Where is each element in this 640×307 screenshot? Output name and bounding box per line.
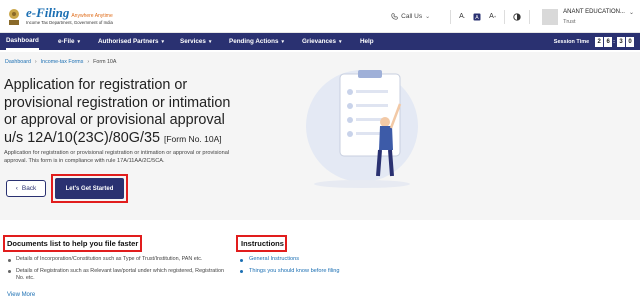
font-decrease-button[interactable]: A- [459, 13, 465, 20]
clipboard-illustration [306, 70, 418, 188]
nav-label: Grievances [302, 38, 336, 45]
general-instructions-link[interactable]: General Instructions [240, 256, 340, 264]
top-header: e-Filing Anywhere Anytime Income Tax Dep… [0, 0, 640, 33]
nav-label: Help [360, 38, 374, 45]
timer-colon: : [613, 38, 615, 45]
user-role: Trust [563, 18, 576, 25]
font-increase-button[interactable]: A + [489, 13, 496, 20]
documents-title: Documents list to help you file faster [7, 239, 139, 248]
lets-get-started-button[interactable]: Let's Get Started [55, 178, 124, 199]
call-us-label: Call Us [401, 13, 423, 20]
nav-label: e-File [58, 38, 75, 45]
contrast-icon [513, 12, 521, 21]
breadcrumb-separator: › [34, 59, 37, 65]
brand-tagline: Anywhere Anytime [71, 13, 113, 20]
font-increase-sup: + [493, 14, 497, 19]
timer-digit: 3 [617, 36, 625, 47]
session-timer: Session Time 2 6 : 3 0 [554, 33, 634, 50]
nav-grievances[interactable]: Grievances ▾ [302, 33, 341, 50]
chevron-down-icon: ▾ [161, 38, 165, 45]
list-item: Details of Incorporation/Constitution su… [8, 256, 233, 264]
form-number-tag: [Form No. 10A] [164, 133, 222, 144]
language-button[interactable]: A [473, 13, 481, 21]
nav-label: Authorised Partners [98, 38, 159, 45]
timer-digit: 2 [595, 36, 604, 47]
svg-text:A: A [475, 15, 479, 21]
chevron-down-icon: ⌄ [628, 9, 634, 16]
nav-authorised-partners[interactable]: Authorised Partners ▾ [98, 33, 164, 50]
main-nav: Dashboard e-File ▾ Authorised Partners ▾ S… [0, 33, 640, 50]
things-to-know-link[interactable]: Things you should know before filing [240, 268, 340, 276]
brand-subtitle: Income Tax Department, Government of Ind… [26, 20, 113, 26]
details-section: Documents list to help you file faster D… [0, 220, 640, 307]
breadcrumb-dashboard[interactable]: Dashboard [5, 59, 31, 65]
emblem-icon [9, 9, 19, 25]
chevron-down-icon: ⌄ [425, 14, 431, 20]
breadcrumb-current: Form 10A [93, 59, 117, 65]
efiling-logo[interactable]: e-Filing Anywhere Anytime Income Tax Dep… [6, 2, 113, 30]
nav-help[interactable]: Help [360, 33, 374, 50]
list-item: Details of Registration such as Relevant… [8, 268, 233, 283]
breadcrumb-separator: › [87, 59, 90, 65]
instructions-title: Instructions [241, 239, 284, 248]
chevron-down-icon: ▾ [338, 38, 342, 45]
brand-title: e-Filing [26, 5, 70, 21]
nav-services[interactable]: Services ▾ [180, 33, 211, 50]
divider [529, 9, 531, 24]
divider [504, 9, 506, 24]
back-button[interactable]: ‹ Back [6, 180, 46, 197]
call-us-button[interactable]: Call Us ⌄ [391, 13, 430, 20]
avatar[interactable] [542, 8, 559, 25]
start-label: Let's Get Started [65, 185, 114, 192]
form-hero: Dashboard › Income-tax Forms › Form 10A … [0, 52, 640, 220]
breadcrumb-income-tax-forms[interactable]: Income-tax Forms [41, 59, 84, 65]
view-more-link[interactable]: View More [7, 292, 35, 298]
contrast-button[interactable] [513, 12, 521, 21]
page-title: Application for registration or provisio… [4, 77, 232, 148]
nav-dashboard[interactable]: Dashboard [6, 33, 39, 50]
nav-label: Pending Actions [229, 38, 279, 45]
timer-digit: 6 [604, 36, 613, 47]
user-name: ANANT EDUCATION... [563, 9, 625, 15]
documents-list: Details of Incorporation/Constitution su… [8, 256, 233, 287]
nav-label: Dashboard [6, 37, 39, 44]
user-menu[interactable]: ANANT EDUCATION... ⌄ Trust [563, 9, 634, 25]
nav-pending-actions[interactable]: Pending Actions ▾ [229, 33, 284, 50]
chevron-left-icon: ‹ [15, 185, 18, 192]
chevron-down-icon: ▾ [208, 38, 212, 45]
language-icon: A [473, 13, 481, 21]
chevron-down-icon: ▾ [281, 38, 284, 45]
session-label: Session Time [553, 38, 590, 45]
phone-icon [391, 13, 398, 20]
nav-label: Services [180, 38, 206, 45]
timer-digit: 0 [626, 36, 634, 47]
instructions-list: General Instructions Things you should k… [240, 256, 340, 279]
nav-efile[interactable]: e-File ▾ [58, 33, 80, 50]
form-description: Application for registration or provisio… [4, 150, 230, 164]
back-label: Back [21, 185, 37, 192]
chevron-down-icon: ▾ [77, 38, 80, 45]
font-decrease-sup: - [463, 14, 466, 19]
divider [450, 9, 452, 24]
breadcrumb: Dashboard › Income-tax Forms › Form 10A [5, 59, 116, 65]
